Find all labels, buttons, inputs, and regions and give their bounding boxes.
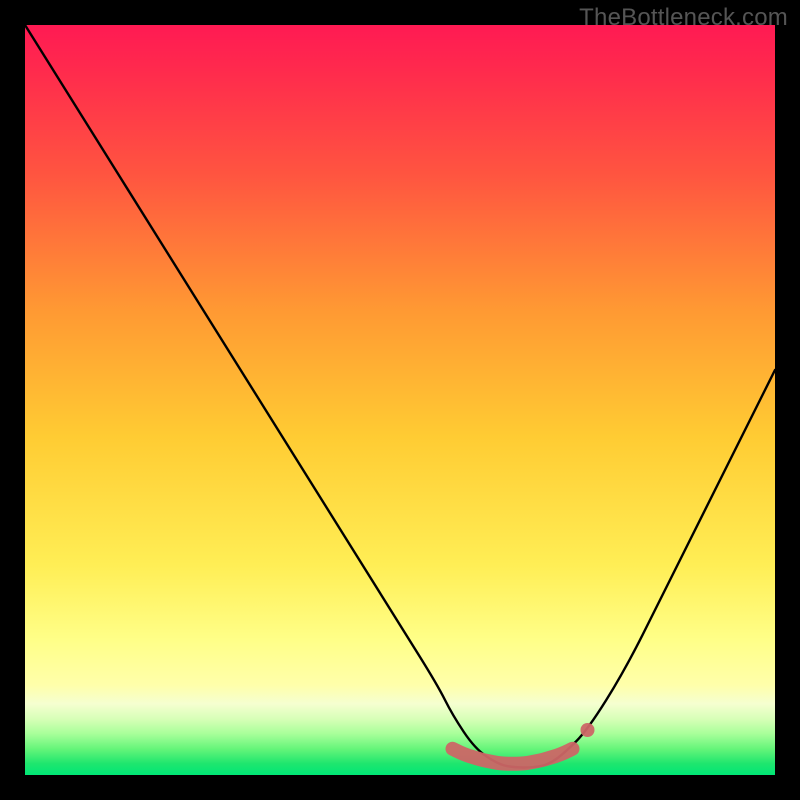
chart-canvas: TheBottleneck.com (0, 0, 800, 800)
plot-area (25, 25, 775, 775)
chart-svg (25, 25, 775, 775)
highlight-dot (581, 723, 595, 737)
